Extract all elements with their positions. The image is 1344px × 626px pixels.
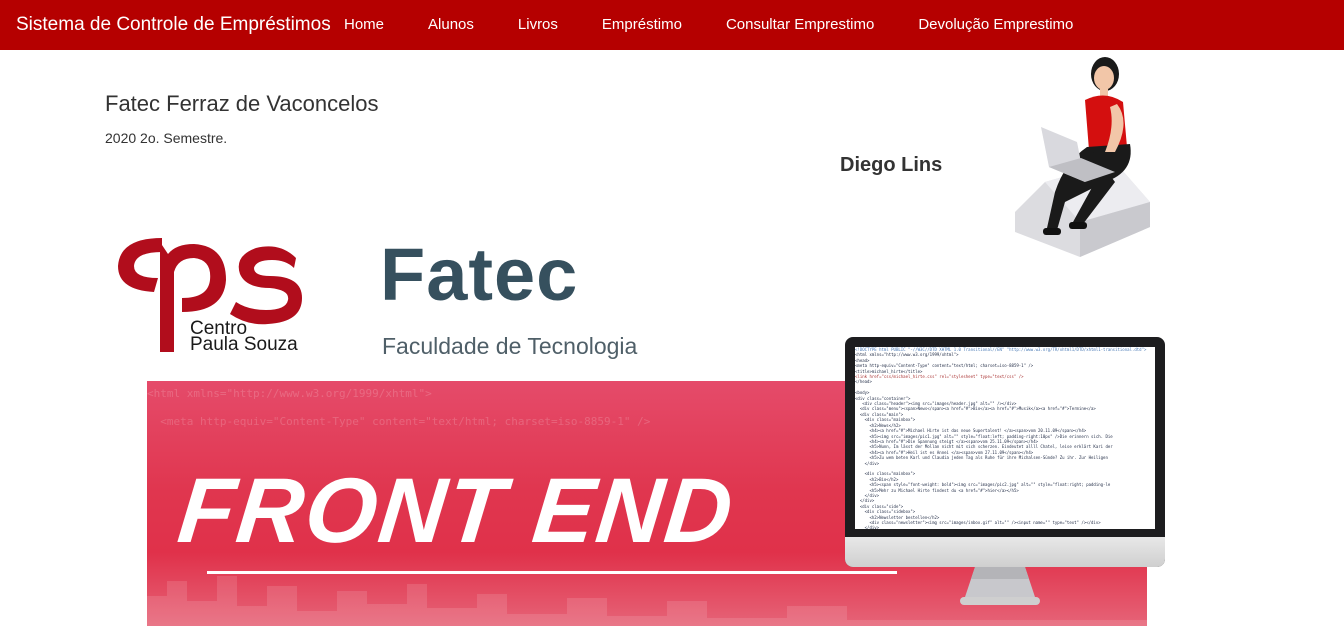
nav-links: Home Alunos Livros Empréstimo Consultar …: [330, 16, 1103, 33]
author-name: Diego Lins: [840, 154, 943, 176]
nav-link-consultar-emprestimo[interactable]: Consultar Emprestimo: [726, 16, 874, 33]
banner-title: FRONT END: [173, 460, 740, 562]
nav-link-devolucao-emprestimo[interactable]: Devolução Emprestimo: [918, 16, 1073, 33]
navbar: Sistema de Controle de Empréstimos Home …: [0, 0, 1344, 50]
nav-link-livros[interactable]: Livros: [518, 16, 558, 33]
woman-laptop-illustration: [1015, 57, 1150, 257]
code-line: </div>: [855, 525, 880, 529]
cps-logo-line2: Paula Souza: [190, 334, 298, 355]
fatec-logo-name: Fatec: [380, 233, 579, 316]
navbar-brand[interactable]: Sistema de Controle de Empréstimos: [16, 14, 331, 36]
school-title: Fatec Ferraz de Vaconcelos: [105, 91, 379, 116]
semester-text: 2020 2o. Semestre.: [105, 130, 228, 146]
nav-link-alunos[interactable]: Alunos: [428, 16, 474, 33]
code-line: <h5><span style="font-weight: bold"><img…: [855, 482, 1111, 488]
banner-code-background: <html xmlns="http://www.w3.org/1999/xhtm…: [147, 387, 651, 428]
monitor-chin: [845, 537, 1165, 567]
code-line: <h5>Nunn, Im lässt der Mollan nicht mit …: [855, 444, 1113, 450]
banner-underline: [207, 571, 897, 574]
monitor-screen: <!DOCTYPE html PUBLIC "-//W3C//DTD XHTML…: [855, 347, 1155, 529]
monitor-illustration: <!DOCTYPE html PUBLIC "-//W3C//DTD XHTML…: [845, 337, 1165, 567]
monitor-base: [960, 597, 1040, 605]
nav-link-home[interactable]: Home: [344, 16, 384, 33]
nav-link-emprestimo[interactable]: Empréstimo: [602, 16, 682, 33]
fatec-logo-subtitle: Faculdade de Tecnologia: [382, 333, 638, 359]
